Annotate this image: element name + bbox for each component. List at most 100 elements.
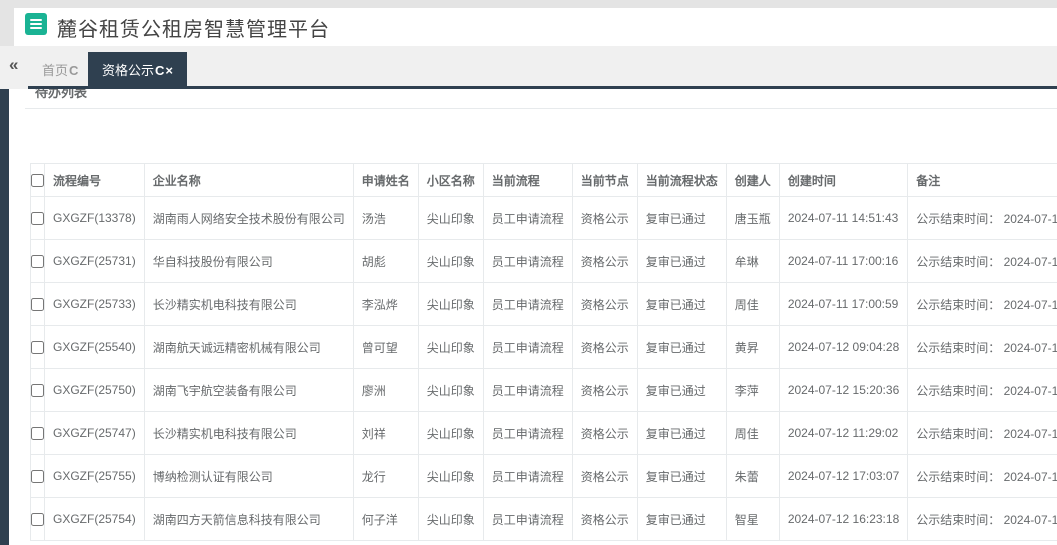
- tab-bar: « 首页C 资格公示C×: [0, 46, 1057, 89]
- cell-remark: 公示结束时间： 2024-07-19 17:10:50: [908, 455, 1057, 498]
- cell-current_node: 资格公示: [572, 283, 637, 326]
- cell-current_process: 员工申请流程: [483, 455, 572, 498]
- column-header-create_time: 创建时间: [779, 164, 907, 197]
- cell-community: 尖山印象: [418, 498, 483, 541]
- cell-creator: 牟琳: [726, 240, 779, 283]
- cell-process_no: GXGZF(25750): [45, 369, 145, 412]
- cell-current_node: 资格公示: [572, 369, 637, 412]
- row-checkbox[interactable]: [31, 427, 44, 440]
- cell-current_process: 员工申请流程: [483, 283, 572, 326]
- cell-company: 湖南四方天箭信息科技有限公司: [144, 498, 353, 541]
- cell-process_no: GXGZF(25540): [45, 326, 145, 369]
- cell-applicant: 何子洋: [353, 498, 418, 541]
- row-checkbox[interactable]: [31, 513, 44, 526]
- row-checkbox[interactable]: [31, 341, 44, 354]
- cell-current_node: 资格公示: [572, 197, 637, 240]
- cell-remark: 公示结束时间： 2024-07-19 17:11:05: [908, 412, 1057, 455]
- cell-current_node: 资格公示: [572, 498, 637, 541]
- cell-process_status: 复审已通过: [637, 498, 726, 541]
- cell-community: 尖山印象: [418, 369, 483, 412]
- cell-select: [31, 283, 45, 326]
- cell-process_no: GXGZF(25733): [45, 283, 145, 326]
- cell-select: [31, 369, 45, 412]
- cell-remark: 公示结束时间： 2024-07-19 17:11:45: [908, 326, 1057, 369]
- table-row[interactable]: GXGZF(13378)湖南雨人网络安全技术股份有限公司汤浩尖山印象员工申请流程…: [31, 197, 1057, 240]
- table-row[interactable]: GXGZF(25750)湖南飞宇航空装备有限公司廖洲尖山印象员工申请流程资格公示…: [31, 369, 1057, 412]
- cell-current_node: 资格公示: [572, 412, 637, 455]
- cell-company: 博纳检测认证有限公司: [144, 455, 353, 498]
- collapsed-sidebar[interactable]: [0, 89, 9, 545]
- column-header-company: 企业名称: [144, 164, 353, 197]
- cell-process_status: 复审已通过: [637, 455, 726, 498]
- table-row[interactable]: GXGZF(25733)长沙精实机电科技有限公司李泓烨尖山印象员工申请流程资格公…: [31, 283, 1057, 326]
- cell-process_no: GXGZF(25754): [45, 498, 145, 541]
- table-row[interactable]: GXGZF(25540)湖南航天诚远精密机械有限公司曾可望尖山印象员工申请流程资…: [31, 326, 1057, 369]
- cell-current_process: 员工申请流程: [483, 197, 572, 240]
- header-left-gap: [0, 8, 14, 46]
- cell-create_time: 2024-07-12 11:29:02: [779, 412, 907, 455]
- panel-title: 待办列表: [35, 89, 87, 101]
- cell-current_process: 员工申请流程: [483, 240, 572, 283]
- cell-process_status: 复审已通过: [637, 197, 726, 240]
- row-checkbox[interactable]: [31, 298, 44, 311]
- cell-remark: 公示结束时间： 2024-07-19 17:11:21: [908, 369, 1057, 412]
- cell-create_time: 2024-07-12 17:03:07: [779, 455, 907, 498]
- table-row[interactable]: GXGZF(25755)博纳检测认证有限公司龙行尖山印象员工申请流程资格公示复审…: [31, 455, 1057, 498]
- column-header-remark: 备注: [908, 164, 1057, 197]
- cell-create_time: 2024-07-12 15:20:36: [779, 369, 907, 412]
- cell-process_status: 复审已通过: [637, 369, 726, 412]
- tab-qualification[interactable]: 资格公示C×: [88, 52, 187, 89]
- cell-applicant: 胡彪: [353, 240, 418, 283]
- column-header-creator: 创建人: [726, 164, 779, 197]
- select-all-checkbox[interactable]: [31, 174, 44, 187]
- column-header-process_status: 当前流程状态: [637, 164, 726, 197]
- refresh-icon[interactable]: C: [155, 63, 164, 78]
- cell-remark: 公示结束时间： 2024-07-19 17:10:34: [908, 498, 1057, 541]
- table-row[interactable]: GXGZF(25754)湖南四方天箭信息科技有限公司何子洋尖山印象员工申请流程资…: [31, 498, 1057, 541]
- menu-toggle-button[interactable]: [25, 13, 47, 35]
- cell-select: [31, 455, 45, 498]
- row-checkbox[interactable]: [31, 212, 44, 225]
- row-checkbox[interactable]: [31, 470, 44, 483]
- cell-company: 湖南航天诚远精密机械有限公司: [144, 326, 353, 369]
- cell-company: 长沙精实机电科技有限公司: [144, 412, 353, 455]
- page-title: 麓谷租赁公租房智慧管理平台: [57, 13, 330, 42]
- cell-community: 尖山印象: [418, 412, 483, 455]
- row-checkbox[interactable]: [31, 384, 44, 397]
- top-margin-strip: [0, 0, 1057, 8]
- refresh-icon[interactable]: C: [69, 63, 78, 78]
- cell-process_no: GXGZF(13378): [45, 197, 145, 240]
- cell-select: [31, 240, 45, 283]
- cell-select: [31, 498, 45, 541]
- cell-current_node: 资格公示: [572, 240, 637, 283]
- cell-community: 尖山印象: [418, 326, 483, 369]
- table-row[interactable]: GXGZF(25731)华自科技股份有限公司胡彪尖山印象员工申请流程资格公示复审…: [31, 240, 1057, 283]
- cell-create_time: 2024-07-11 17:00:16: [779, 240, 907, 283]
- cell-community: 尖山印象: [418, 455, 483, 498]
- table-row[interactable]: GXGZF(25747)长沙精实机电科技有限公司刘祥尖山印象员工申请流程资格公示…: [31, 412, 1057, 455]
- cell-select: [31, 197, 45, 240]
- cell-creator: 周佳: [726, 412, 779, 455]
- column-header-process_no: 流程编号: [45, 164, 145, 197]
- column-header-community: 小区名称: [418, 164, 483, 197]
- cell-create_time: 2024-07-12 16:23:18: [779, 498, 907, 541]
- cell-process_status: 复审已通过: [637, 283, 726, 326]
- app-header: 麓谷租赁公租房智慧管理平台: [14, 8, 1057, 46]
- cell-creator: 朱蕾: [726, 455, 779, 498]
- app-window: 麓谷租赁公租房智慧管理平台 « 首页C 资格公示C× 待办列表 流程编号企业名称…: [0, 0, 1057, 545]
- cell-process_status: 复审已通过: [637, 326, 726, 369]
- cell-creator: 李萍: [726, 369, 779, 412]
- collapse-tabs-icon[interactable]: «: [9, 55, 18, 75]
- cell-remark: 公示结束时间： 2024-07-19 17:12:10: [908, 240, 1057, 283]
- column-header-select: [31, 164, 45, 197]
- cell-create_time: 2024-07-11 17:00:59: [779, 283, 907, 326]
- cell-company: 湖南雨人网络安全技术股份有限公司: [144, 197, 353, 240]
- tab-home[interactable]: 首页C: [30, 52, 90, 89]
- column-header-current_process: 当前流程: [483, 164, 572, 197]
- hamburger-icon: [30, 19, 42, 21]
- close-tab-icon[interactable]: ×: [165, 63, 173, 78]
- cell-remark: 公示结束时间： 2024-07-19 17:11:58: [908, 283, 1057, 326]
- column-header-current_node: 当前节点: [572, 164, 637, 197]
- row-checkbox[interactable]: [31, 255, 44, 268]
- cell-current_process: 员工申请流程: [483, 498, 572, 541]
